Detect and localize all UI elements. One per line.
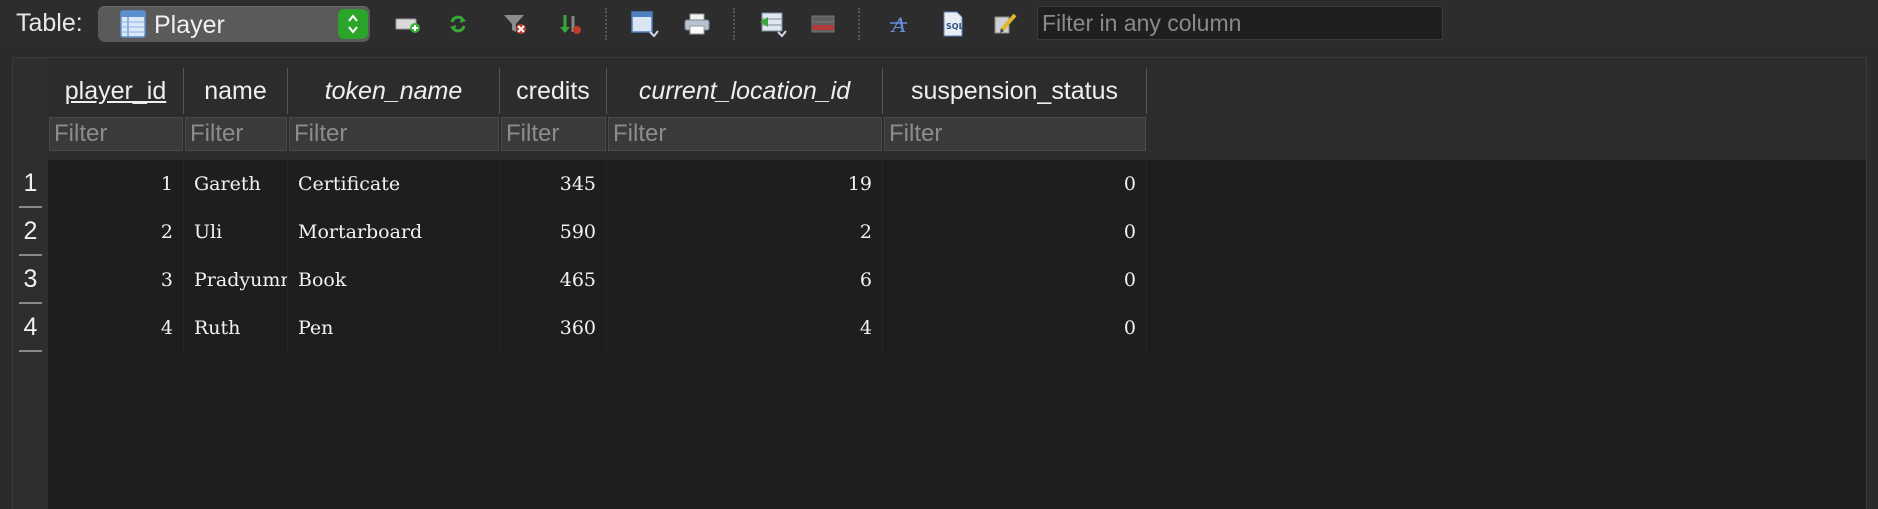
cell-suspension-status[interactable]: 0 [883, 160, 1147, 208]
cell-name[interactable]: Ruth [184, 304, 288, 352]
selected-table-name: Player [154, 11, 225, 39]
edit-display-icon [994, 13, 1017, 34]
column-filter-token-name[interactable] [289, 117, 499, 151]
column-header-label: token_name [324, 76, 463, 105]
cell-suspension-status[interactable]: 0 [883, 304, 1147, 352]
column-header-label: credits [516, 76, 590, 105]
cell-token-name[interactable]: Mortarboard [288, 208, 500, 256]
clear-filters-button[interactable] [498, 8, 532, 40]
table-row[interactable]: 1 1 Gareth Certificate 345 19 0 [13, 160, 1866, 208]
svg-text:A: A [890, 13, 906, 36]
chevron-up-down-icon [348, 14, 358, 34]
toolbar-separator [733, 8, 735, 40]
column-filter-player-id[interactable] [49, 117, 183, 151]
row-number[interactable]: 2 [13, 208, 48, 256]
sort-button[interactable] [553, 8, 587, 40]
table-row[interactable]: 2 2 Uli Mortarboard 590 2 0 [13, 208, 1866, 256]
cell-player-id[interactable]: 4 [48, 304, 184, 352]
column-filter-name[interactable] [185, 117, 287, 151]
toolbar-separator [605, 8, 607, 40]
cell-suspension-status[interactable]: 0 [883, 208, 1147, 256]
column-filter-current-location-id[interactable] [608, 117, 882, 151]
cell-credits[interactable]: 345 [500, 160, 607, 208]
clear-filters-icon [504, 15, 526, 34]
print-button[interactable] [680, 8, 714, 40]
cell-token-name[interactable]: Book [288, 256, 500, 304]
cell-credits[interactable]: 465 [500, 256, 607, 304]
new-record-button[interactable] [390, 8, 424, 40]
cell-name[interactable]: Gareth [184, 160, 288, 208]
text-style-icon: A [890, 13, 907, 36]
column-header-label: suspension_status [910, 76, 1119, 105]
cell-player-id[interactable]: 3 [48, 256, 184, 304]
column-header-credits[interactable]: credits [500, 68, 607, 114]
column-header-label: player_id [64, 76, 167, 105]
column-header-token-name[interactable]: token_name [288, 68, 500, 114]
insert-record-button[interactable] [756, 8, 790, 40]
column-header-label: name [204, 76, 267, 105]
cell-token-name[interactable]: Pen [288, 304, 500, 352]
cell-credits[interactable]: 360 [500, 304, 607, 352]
refresh-button[interactable] [441, 8, 475, 40]
insert-record-icon [760, 12, 787, 38]
delete-record-icon [811, 15, 835, 33]
save-table-button[interactable] [628, 8, 662, 40]
cell-player-id[interactable]: 2 [48, 208, 184, 256]
cell-name[interactable]: Pradyumn [184, 256, 288, 304]
column-header-current-location-id[interactable]: current_location_id [607, 68, 883, 114]
print-icon [684, 13, 710, 35]
row-number[interactable]: 1 [13, 160, 48, 208]
column-filter-credits[interactable] [501, 117, 606, 151]
toolbar-separator [858, 8, 860, 40]
table-label: Table: [16, 9, 83, 37]
svg-text:SQL: SQL [946, 22, 964, 31]
column-header-label: current_location_id [638, 76, 851, 105]
table-row[interactable]: 3 3 Pradyumn Book 465 6 0 [13, 256, 1866, 304]
cell-current-location-id[interactable]: 19 [607, 160, 883, 208]
table-select-stepper[interactable] [338, 9, 368, 39]
cell-current-location-id[interactable]: 2 [607, 208, 883, 256]
toolbar: Table: Player A SQL Filter in any column [0, 0, 1878, 48]
table-icon [120, 10, 146, 38]
export-icon: SQL [943, 11, 964, 37]
edit-display-button[interactable] [988, 8, 1022, 40]
refresh-icon [450, 15, 466, 33]
table-select[interactable]: Player [98, 6, 370, 42]
text-style-button[interactable]: A [882, 8, 916, 40]
column-header-suspension-status[interactable]: suspension_status [883, 68, 1147, 114]
new-record-icon [395, 18, 420, 33]
cell-player-id[interactable]: 1 [48, 160, 184, 208]
cell-token-name[interactable]: Certificate [288, 160, 500, 208]
cell-current-location-id[interactable]: 6 [607, 256, 883, 304]
column-filter-suspension-status[interactable] [884, 117, 1146, 151]
cell-name[interactable]: Uli [184, 208, 288, 256]
row-number[interactable]: 4 [13, 304, 48, 352]
cell-current-location-id[interactable]: 4 [607, 304, 883, 352]
table-row[interactable]: 4 4 Ruth Pen 360 4 0 [13, 304, 1866, 352]
data-grid: 1 1 Gareth Certificate 345 19 0 2 2 Uli Mortarboar… [12, 57, 1867, 509]
column-header-player-id[interactable]: player_id [48, 68, 184, 114]
sort-icon [560, 15, 581, 34]
cell-suspension-status[interactable]: 0 [883, 256, 1147, 304]
save-table-icon [631, 11, 659, 38]
column-header-name[interactable]: name [184, 68, 288, 114]
row-number[interactable]: 3 [13, 256, 48, 304]
export-button[interactable]: SQL [936, 8, 970, 40]
cell-credits[interactable]: 590 [500, 208, 607, 256]
filter-any-column-input[interactable] [1037, 6, 1443, 40]
delete-record-button[interactable] [806, 8, 840, 40]
